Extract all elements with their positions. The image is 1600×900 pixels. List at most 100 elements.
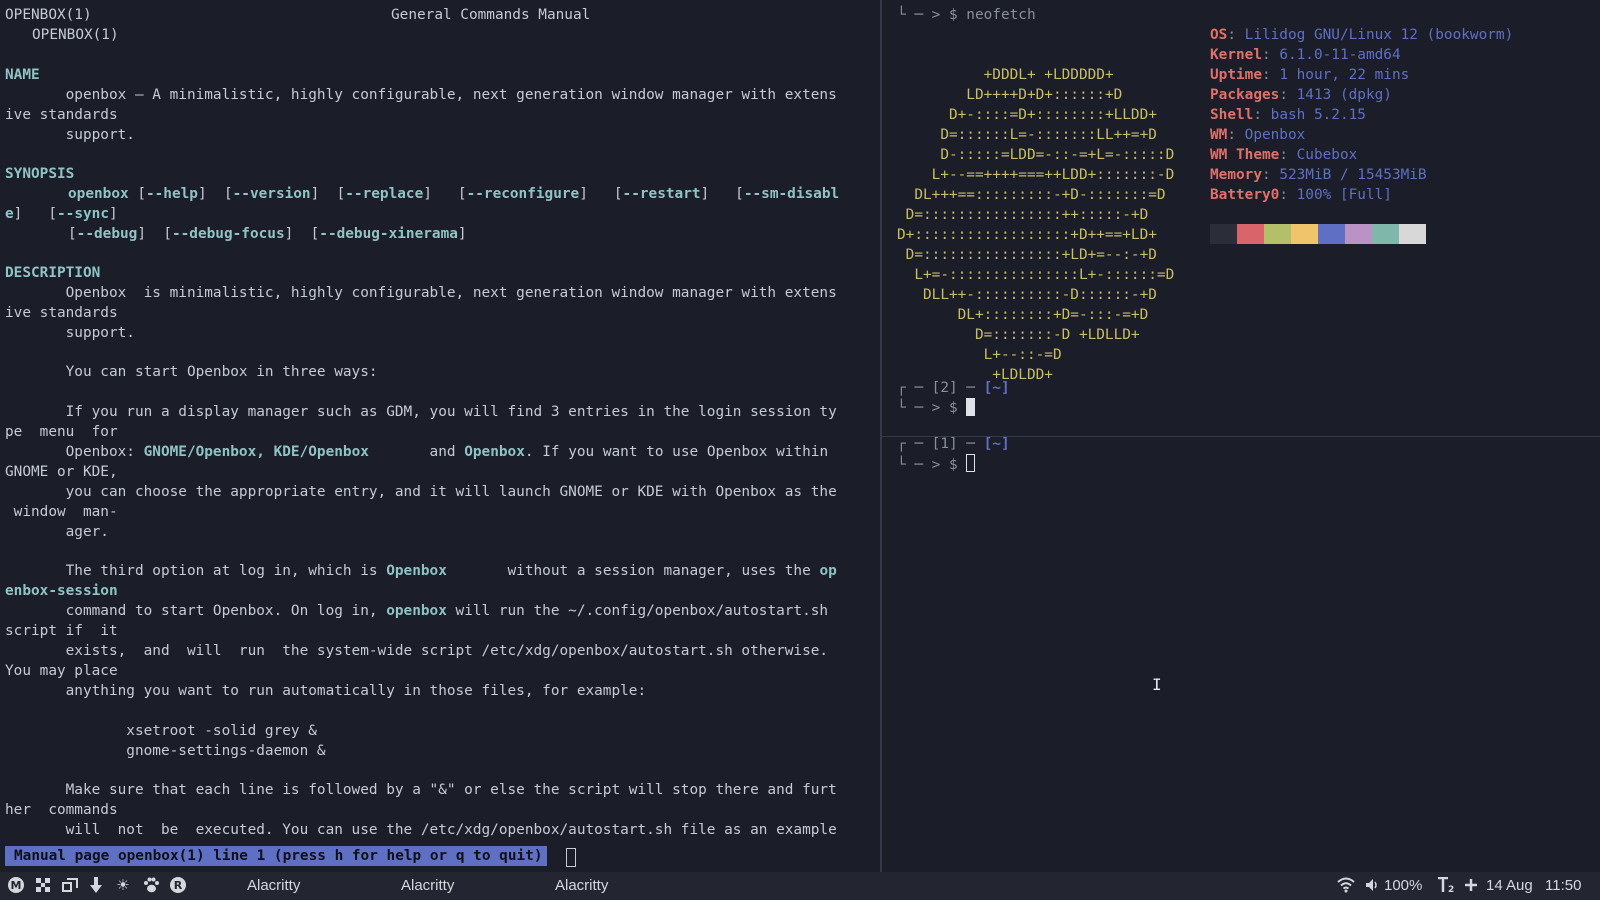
- info-label: Memory: [1210, 167, 1262, 183]
- man-text: xsetroot -solid grey &: [5, 723, 317, 739]
- man-text: Make sure that each line is followed by …: [5, 782, 837, 798]
- logo-line: L+=-:::::::::::::::L+-::::::=D: [897, 267, 1175, 283]
- logo-line: L+--::-=D: [897, 347, 1062, 363]
- clock[interactable]: 11:50: [1545, 877, 1581, 895]
- info-row: Memory: 523MiB / 15453MiB: [1210, 167, 1427, 183]
- syn-debug: --debug: [76, 226, 138, 242]
- info-label: Packages: [1210, 87, 1280, 103]
- info-label: OS: [1210, 27, 1228, 43]
- man-text: support.: [5, 325, 135, 341]
- man-text: GNOME or KDE,: [5, 464, 118, 480]
- svg-text:2: 2: [1448, 885, 1454, 893]
- info-value: bash 5.2.15: [1270, 107, 1366, 123]
- syn-sm-disable: --sm-disabl: [743, 186, 840, 202]
- prompt-2-input[interactable]: └ ─ > $: [897, 398, 976, 418]
- man-text: will not be executed. You can use the /e…: [5, 822, 837, 838]
- r-icon[interactable]: R: [168, 876, 188, 896]
- task-alacritty-2[interactable]: Alacritty: [401, 877, 454, 895]
- taskbar: M ☀ R Alacritty Alacritty Alacritty 100%…: [0, 872, 1600, 900]
- man-text: enbox-session: [5, 583, 118, 599]
- logo-line: D=::::::::::::::::++:::::-+D: [897, 207, 1149, 223]
- task-alacritty-3[interactable]: Alacritty: [555, 877, 608, 895]
- terminal-cursor: [966, 454, 976, 472]
- man-text: ive standards: [5, 305, 118, 321]
- color-swatch: [1318, 224, 1345, 244]
- info-row: Shell: bash 5.2.15: [1210, 107, 1366, 123]
- shell-terminal[interactable]: ┌ ─ [1] ─ [~] └ ─ > $: [882, 437, 1600, 872]
- syn-sm-disable-tail: e: [5, 206, 14, 222]
- man-page-terminal[interactable]: OPENBOX(1) General Commands Manual OPENB…: [0, 0, 880, 872]
- color-swatch: [1210, 224, 1237, 244]
- synopsis-line3: [--debug] [--debug-focus] [--debug-xiner…: [68, 226, 467, 242]
- info-row: WM: Openbox: [1210, 127, 1306, 143]
- man-header-center: General Commands Manual: [391, 7, 591, 23]
- syn-restart: --restart: [622, 186, 701, 202]
- logo-line: D+-::::=D+::::::::+LLDD+: [897, 107, 1157, 123]
- pager-status-bar: Manual page openbox(1) line 1 (press h f…: [5, 846, 547, 866]
- info-row: Battery0: 100% [Full]: [1210, 187, 1392, 203]
- prompt-neofetch: └ ─ > $ neofetch: [897, 7, 1036, 23]
- man-text: ive standards: [5, 107, 118, 123]
- plus-icon[interactable]: [1464, 877, 1478, 898]
- logo-line: DLL++-::::::::::-D::::::-+D: [897, 287, 1157, 303]
- section-synopsis-heading: SYNOPSIS: [5, 166, 75, 182]
- syn-replace: --replace: [345, 186, 424, 202]
- info-row: Packages: 1413 (dpkg): [1210, 87, 1392, 103]
- man-header-right: OPENBOX(1): [32, 27, 119, 43]
- info-row: Uptime: 1 hour, 22 mins: [1210, 67, 1410, 83]
- prompt-1-header: ┌ ─ [1] ─ [~]: [897, 437, 1010, 452]
- download-icon[interactable]: [86, 876, 106, 896]
- sun-icon[interactable]: ☀: [113, 876, 133, 896]
- logo-line: DL+::::::::+D=-:::-=+D: [897, 307, 1149, 323]
- man-text: you can choose the appropriate entry, an…: [5, 484, 837, 500]
- text-tool-icon[interactable]: 2: [1437, 876, 1457, 898]
- paw-icon[interactable]: [141, 876, 161, 896]
- info-value: 1 hour, 22 mins: [1279, 67, 1410, 83]
- prompt-1-input[interactable]: └ ─ > $: [897, 454, 976, 474]
- synopsis-line2: e] [--sync]: [5, 206, 118, 222]
- man-text: window man-: [5, 504, 118, 520]
- logo-line: D=:::::::-D +LDLLD+: [897, 327, 1140, 343]
- logo-line: D=::::::L=-:::::::LL++=+D: [897, 127, 1157, 143]
- man-text: her commands: [5, 802, 118, 818]
- info-label: Shell: [1210, 107, 1254, 123]
- color-swatch: [1237, 224, 1264, 244]
- logo-line: +DDDL+ +LDDDDD+: [897, 67, 1114, 83]
- logo-line: D-:::::=LDD=-::-=+L=-:::::D: [897, 147, 1175, 163]
- info-row: Kernel: 6.1.0-11-amd64: [1210, 47, 1401, 63]
- man-text: gnome-settings-daemon &: [5, 743, 326, 759]
- man-text-line: command to start Openbox. On log in, ope…: [5, 603, 829, 619]
- task-alacritty-1[interactable]: Alacritty: [247, 877, 300, 895]
- info-value: 523MiB / 15453MiB: [1279, 167, 1427, 183]
- color-swatch: [1372, 224, 1399, 244]
- menu-icon[interactable]: M: [6, 876, 26, 896]
- neofetch-terminal[interactable]: └ ─ > $ neofetch +DDDL+ +LDDDDD+ LD++++D…: [882, 0, 1600, 436]
- man-text-line: Openbox: GNOME/Openbox, KDE/Openbox and …: [5, 444, 829, 460]
- man-text: If you run a display manager such as GDM…: [5, 404, 837, 420]
- man-text-line: The third option at log in, which is Ope…: [5, 563, 837, 579]
- section-description-heading: DESCRIPTION: [5, 265, 101, 281]
- wifi-icon[interactable]: [1337, 877, 1355, 898]
- svg-text:R: R: [174, 879, 183, 892]
- man-text: Openbox is minimalistic, highly configur…: [5, 285, 837, 301]
- date[interactable]: 14 Aug: [1486, 877, 1533, 895]
- grid-icon[interactable]: [33, 876, 53, 896]
- windows-icon[interactable]: [60, 876, 80, 896]
- synopsis-line1: openbox [--help] [--version] [--replace]…: [68, 186, 840, 202]
- volume-icon[interactable]: [1365, 877, 1381, 898]
- syn-debug-focus: --debug-focus: [171, 226, 285, 242]
- logo-line: LD++++D+D+::::::+D: [897, 87, 1123, 103]
- color-swatch: [1264, 224, 1291, 244]
- info-value: 1413 (dpkg): [1296, 87, 1392, 103]
- prompt-2-header: ┌ ─ [2] ─ [~]: [897, 380, 1010, 396]
- info-value: Openbox: [1244, 127, 1306, 143]
- man-text: script if it: [5, 623, 118, 639]
- info-label: WM Theme: [1210, 147, 1280, 163]
- logo-line: DL+++==:::::::::-+D-:::::::=D: [897, 187, 1166, 203]
- pager-cursor: [566, 848, 576, 867]
- man-text: openbox — A minimalistic, highly configu…: [5, 87, 837, 103]
- volume-level[interactable]: 100%: [1384, 877, 1422, 895]
- svg-text:M: M: [11, 879, 22, 892]
- logo-line: D+::::::::::::::::::+D++==+LD+: [897, 227, 1157, 243]
- syn-debug-xinerama: --debug-xinerama: [319, 226, 458, 242]
